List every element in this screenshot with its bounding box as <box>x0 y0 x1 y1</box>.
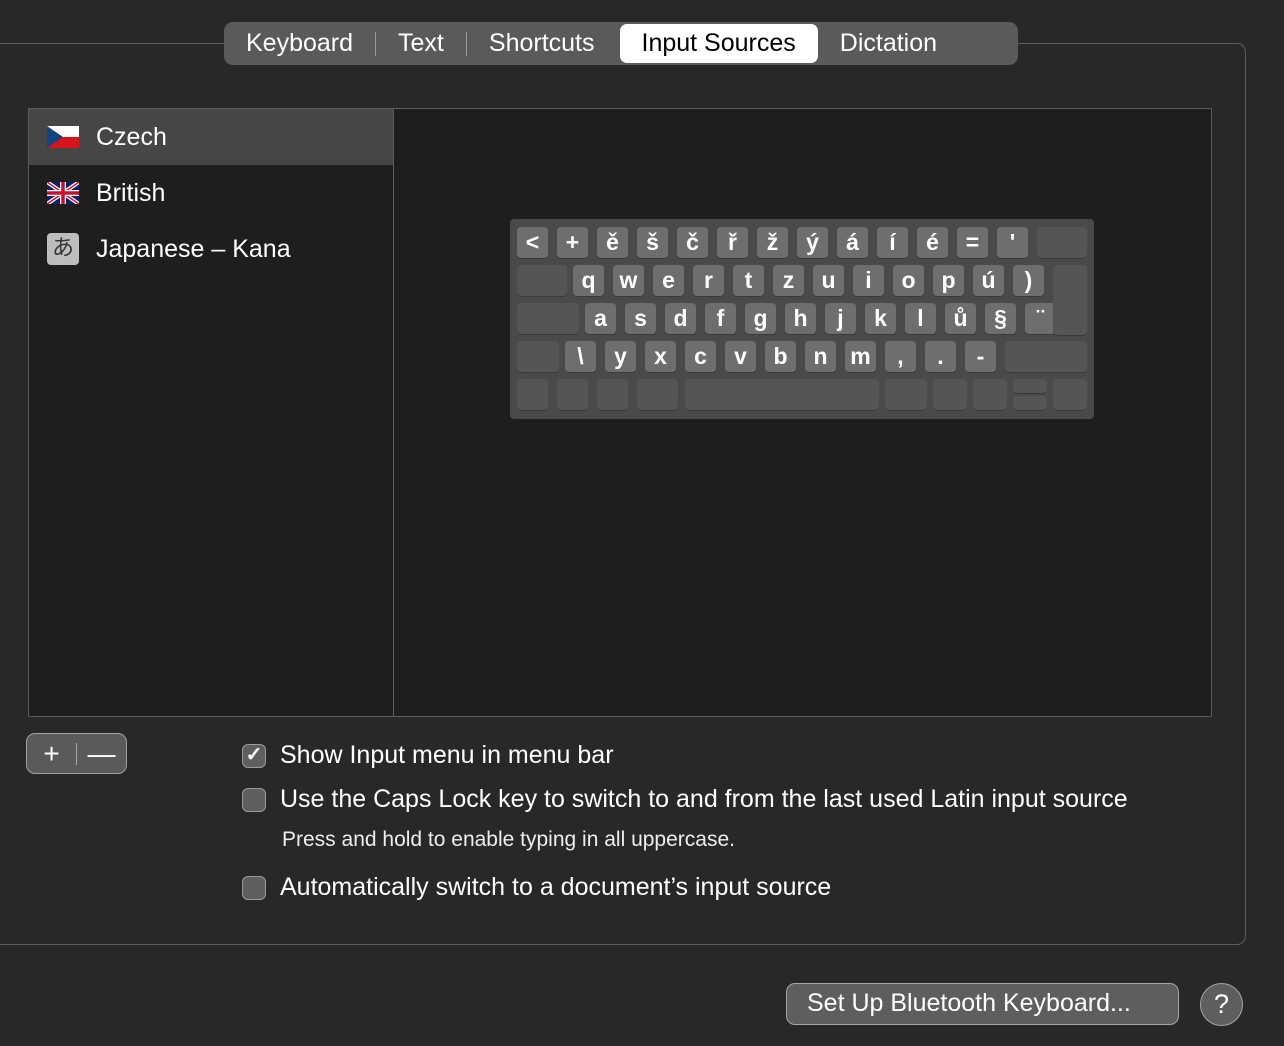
add-source-button[interactable]: + <box>27 738 76 770</box>
keyboard-key: ú <box>973 265 1004 296</box>
keyboard-key: á <box>837 227 868 258</box>
keyboard-layout-preview: < + ě š č ř ž ý á í é = ' q w e r t z u i o p ú) a s d f g h j k l ů § ¨ \ y x… <box>510 219 1094 419</box>
list-item-label: British <box>96 178 166 207</box>
keyboard-key: č <box>677 227 708 258</box>
bluetooth-keyboard-button[interactable]: Set Up Bluetooth Keyboard... <box>786 983 1179 1025</box>
caps-lock-checkbox[interactable] <box>242 787 266 812</box>
czech-flag-icon <box>47 126 79 148</box>
option-label: Use the Caps Lock key to switch to and f… <box>280 785 1128 813</box>
keyboard-key-blank <box>597 379 628 410</box>
keyboard-key: + <box>557 227 588 258</box>
show-input-menu-checkbox[interactable]: ✓ <box>242 743 266 768</box>
remove-source-button[interactable]: — <box>77 738 126 770</box>
keyboard-key-blank <box>685 379 879 410</box>
keyboard-key: p <box>933 265 964 296</box>
keyboard-key-blank <box>557 379 588 410</box>
keyboard-key: ' <box>997 227 1028 258</box>
option-label: Automatically switch to a document’s inp… <box>280 873 832 901</box>
list-item-british[interactable]: British <box>29 165 393 221</box>
keyboard-key-blank <box>933 379 967 410</box>
keyboard-key: v <box>725 341 756 372</box>
keyboard-key: š <box>637 227 668 258</box>
keyboard-key: ř <box>717 227 748 258</box>
tab-shortcuts[interactable]: Shortcuts <box>467 24 617 63</box>
keyboard-key: e <box>653 265 684 296</box>
tab-dictation[interactable]: Dictation <box>818 24 959 63</box>
keyboard-key-blank <box>973 379 1007 410</box>
keyboard-key-blank <box>517 341 559 372</box>
keyboard-key-blank <box>1005 341 1087 372</box>
list-item-japanese-kana[interactable]: あ Japanese – Kana <box>29 221 393 277</box>
input-sources-list: Czech British あ Japanese – Kana <box>28 108 394 717</box>
option-auto-switch[interactable]: Automatically switch to a document’s inp… <box>242 873 831 902</box>
keyboard-key: x <box>645 341 676 372</box>
keyboard-key: t <box>733 265 764 296</box>
keyboard-key: f <box>705 303 736 334</box>
keyboard-key: m <box>845 341 876 372</box>
keyboard-key: ¨ <box>1025 303 1056 334</box>
keyboard-key: q <box>573 265 604 296</box>
list-item-label: Japanese – Kana <box>96 234 291 263</box>
keyboard-key: < <box>517 227 548 258</box>
keyboard-key: w <box>613 265 644 296</box>
keyboard-key-blank <box>517 303 579 334</box>
caps-lock-hint: Press and hold to enable typing in all u… <box>282 828 735 851</box>
keyboard-key: k <box>865 303 896 334</box>
keyboard-key: z <box>773 265 804 296</box>
keyboard-key: j <box>825 303 856 334</box>
keyboard-key-blank <box>1013 379 1047 393</box>
keyboard-key: ě <box>597 227 628 258</box>
keyboard-key-blank <box>1013 396 1047 410</box>
keyboard-key-blank <box>885 379 927 410</box>
keyboard-key: í <box>877 227 908 258</box>
keyboard-key: ý <box>797 227 828 258</box>
tab-keyboard[interactable]: Keyboard <box>224 24 375 63</box>
tab-input-sources[interactable]: Input Sources <box>619 24 818 63</box>
keyboard-key: . <box>925 341 956 372</box>
keyboard-key: a <box>585 303 616 334</box>
keyboard-key-blank <box>517 265 567 296</box>
keyboard-key: r <box>693 265 724 296</box>
keyboard-key: , <box>885 341 916 372</box>
add-remove-control: + — <box>26 733 127 774</box>
keyboard-key: \ <box>565 341 596 372</box>
keyboard-key-blank <box>637 379 678 410</box>
tab-text[interactable]: Text <box>376 24 466 63</box>
keyboard-key: i <box>853 265 884 296</box>
uk-flag-icon <box>47 182 79 204</box>
keyboard-key: § <box>985 303 1016 334</box>
keyboard-key: l <box>905 303 936 334</box>
keyboard-key: d <box>665 303 696 334</box>
auto-switch-checkbox[interactable] <box>242 875 266 900</box>
keyboard-key: o <box>893 265 924 296</box>
help-button[interactable]: ? <box>1200 983 1243 1026</box>
keyboard-key: s <box>625 303 656 334</box>
list-item-label: Czech <box>96 122 167 151</box>
keyboard-key: é <box>917 227 948 258</box>
keyboard-key-blank <box>1053 265 1087 335</box>
keyboard-key: c <box>685 341 716 372</box>
list-item-czech[interactable]: Czech <box>29 109 393 165</box>
keyboard-key: g <box>745 303 776 334</box>
option-caps-lock[interactable]: Use the Caps Lock key to switch to and f… <box>242 785 1128 814</box>
keyboard-key: h <box>785 303 816 334</box>
keyboard-key: b <box>765 341 796 372</box>
keyboard-key: = <box>957 227 988 258</box>
keyboard-key: ž <box>757 227 788 258</box>
keyboard-key: n <box>805 341 836 372</box>
kana-icon: あ <box>47 233 79 265</box>
keyboard-key-blank <box>1037 227 1087 258</box>
keyboard-key: ) <box>1013 265 1044 296</box>
option-label: Show Input menu in menu bar <box>280 741 614 769</box>
keyboard-key: - <box>965 341 996 372</box>
keyboard-key-blank <box>1053 379 1087 410</box>
keyboard-key: u <box>813 265 844 296</box>
tab-bar: Keyboard Text Shortcuts Input Sources Di… <box>224 22 1018 65</box>
keyboard-key: y <box>605 341 636 372</box>
keyboard-key-blank <box>517 379 548 410</box>
keyboard-key: ů <box>945 303 976 334</box>
option-show-input-menu[interactable]: ✓ Show Input menu in menu bar <box>242 741 614 770</box>
